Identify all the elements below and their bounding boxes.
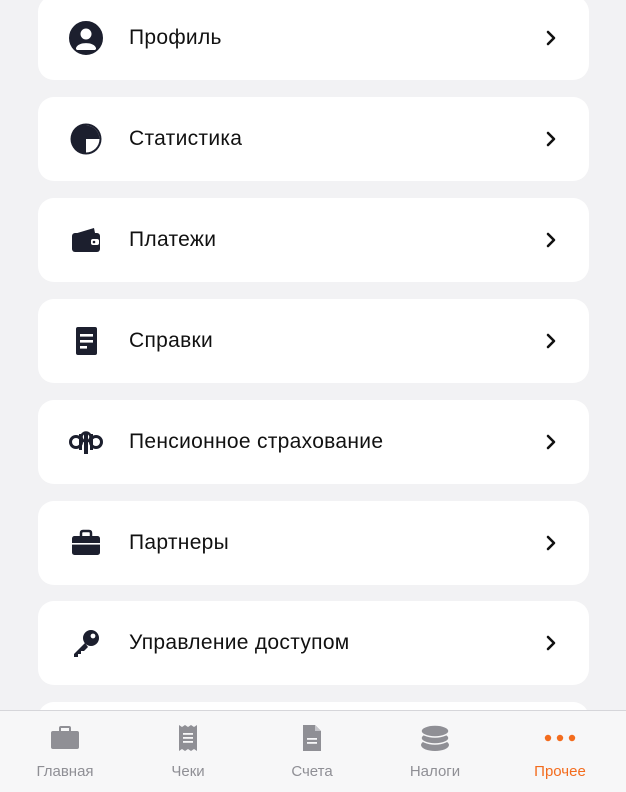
menu-item-partners[interactable]: Партнеры — [38, 501, 589, 585]
chevron-right-icon — [543, 535, 559, 551]
chevron-right-icon — [543, 434, 559, 450]
chevron-right-icon — [543, 30, 559, 46]
more-screen: Профиль Статистика Платежи Справки Пенси… — [0, 0, 626, 792]
chevron-right-icon — [543, 131, 559, 147]
menu-item-label: Пенсионное страхование — [129, 430, 384, 453]
pension-fund-icon — [68, 424, 104, 460]
menu-item-label: Платежи — [129, 228, 217, 251]
briefcase-icon — [68, 525, 104, 561]
tab-invoices[interactable]: Счета — [257, 711, 367, 792]
pie-chart-icon — [68, 121, 104, 157]
chevron-right-icon — [543, 333, 559, 349]
bottom-tab-bar: Главная Чеки Счета Налоги Прочее — [0, 710, 626, 792]
chevron-right-icon — [543, 232, 559, 248]
menu-item-label: Статистика — [129, 127, 243, 150]
menu-item-label: Профиль — [129, 26, 222, 49]
menu-item-profile[interactable]: Профиль — [38, 0, 589, 80]
tab-label: Чеки — [171, 763, 205, 780]
menu-item-pension-insurance[interactable]: Пенсионное страхование — [38, 400, 589, 484]
menu-item-label: Партнеры — [129, 531, 230, 554]
key-icon — [68, 625, 104, 661]
wallet-icon — [68, 222, 104, 258]
tab-more[interactable]: Прочее — [505, 711, 615, 792]
menu-item-certificates[interactable]: Справки — [38, 299, 589, 383]
document-icon — [68, 323, 104, 359]
more-dots-icon — [543, 723, 577, 753]
tab-receipts[interactable]: Чеки — [133, 711, 243, 792]
chevron-right-icon — [543, 635, 559, 651]
tab-label: Главная — [36, 763, 94, 780]
tab-home[interactable]: Главная — [10, 711, 120, 792]
tab-label: Налоги — [409, 763, 461, 780]
menu-item-label: Управление доступом — [129, 631, 350, 654]
briefcase-icon — [48, 723, 82, 753]
menu-item-payments[interactable]: Платежи — [38, 198, 589, 282]
menu-item-statistics[interactable]: Статистика — [38, 97, 589, 181]
receipt-icon — [171, 723, 205, 753]
menu-item-access-management[interactable]: Управление доступом — [38, 601, 589, 685]
invoice-icon — [295, 723, 329, 753]
tab-label: Прочее — [534, 763, 586, 780]
coins-stack-icon — [418, 723, 452, 753]
menu-item-label: Справки — [129, 329, 214, 352]
tab-taxes[interactable]: Налоги — [380, 711, 490, 792]
profile-icon — [68, 20, 104, 56]
tab-label: Счета — [291, 763, 333, 780]
